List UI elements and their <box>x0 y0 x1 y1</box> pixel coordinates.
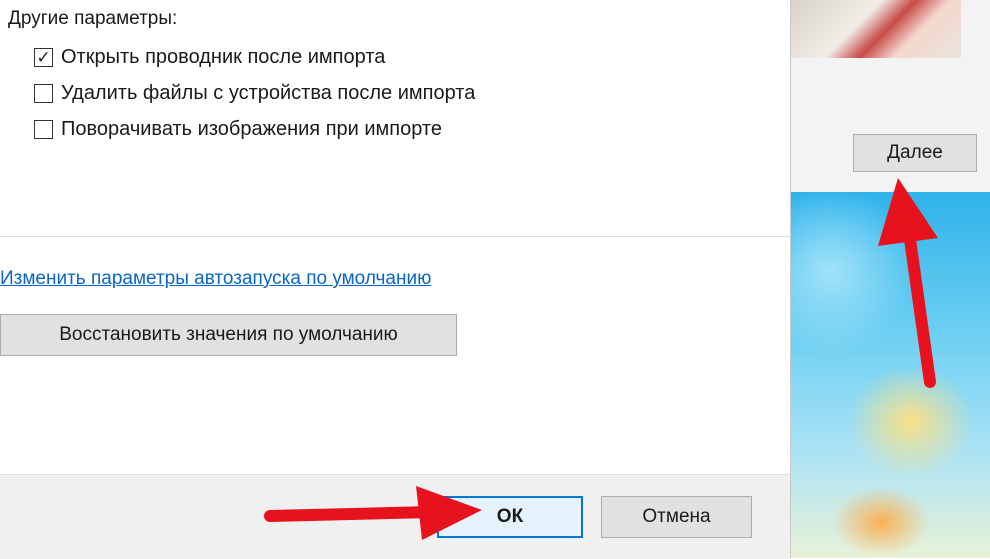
checkbox-label-delete-files: Удалить файлы с устройства после импорта <box>61 82 476 104</box>
checkbox-label-rotate-images: Поворачивать изображения при импорте <box>61 118 442 140</box>
checkbox-row-delete-files[interactable]: Удалить файлы с устройства после импорта <box>34 82 475 105</box>
checkmark-icon: ✓ <box>36 48 51 67</box>
background-import-window: Далее <box>790 0 990 558</box>
checkbox-row-rotate-images[interactable]: Поворачивать изображения при импорте <box>34 118 442 141</box>
checkbox-label-open-explorer: Открыть проводник после импорта <box>61 46 386 68</box>
desktop-wallpaper <box>791 192 990 558</box>
checkbox-delete-files[interactable] <box>34 84 53 103</box>
checkbox-open-explorer[interactable]: ✓ <box>34 48 53 67</box>
import-settings-dialog: Другие параметры: ✓ Открыть проводник по… <box>0 0 790 559</box>
section-title-other-options: Другие параметры: <box>8 8 178 29</box>
change-autoplay-defaults-link[interactable]: Изменить параметры автозапуска по умолча… <box>0 268 431 290</box>
photo-thumbnail <box>791 0 961 58</box>
checkbox-row-open-explorer[interactable]: ✓ Открыть проводник после импорта <box>34 46 385 69</box>
next-button[interactable]: Далее <box>853 134 977 172</box>
divider <box>0 236 790 237</box>
ok-button[interactable]: ОК <box>437 496 583 538</box>
restore-defaults-button[interactable]: Восстановить значения по умолчанию <box>0 314 457 356</box>
cancel-button[interactable]: Отмена <box>601 496 752 538</box>
checkbox-rotate-images[interactable] <box>34 120 53 139</box>
